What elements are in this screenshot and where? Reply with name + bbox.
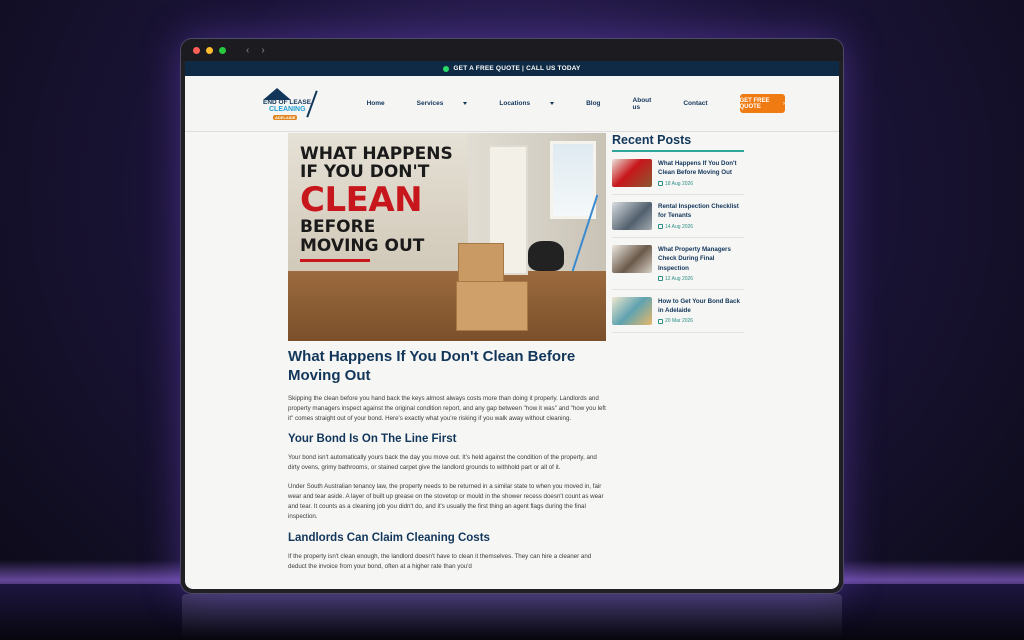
list-item[interactable]: What Property Managers Check During Fina…	[612, 238, 744, 290]
post-thumbnail[interactable]	[612, 159, 652, 187]
site-header: END OF LEASE CLEANING ADELAIDE Home Serv…	[185, 76, 839, 132]
site-logo[interactable]: END OF LEASE CLEANING ADELAIDE	[261, 84, 318, 124]
post-title[interactable]: Rental Inspection Checklist for Tenants	[658, 202, 744, 221]
announcement-text: GET A FREE QUOTE | CALL US TODAY	[453, 65, 581, 72]
maximize-window-button[interactable]	[219, 46, 226, 54]
section-heading: Your Bond Is On The Line First	[288, 433, 457, 446]
post-date: 12 Aug 2026	[665, 275, 694, 282]
article-intro: Skipping the clean before you hand back …	[288, 394, 606, 422]
section-heading: Landlords Can Claim Cleaning Costs	[288, 531, 490, 544]
logo-line2: CLEANING	[269, 105, 306, 113]
calendar-icon	[658, 224, 663, 230]
article-paragraph: Your bond isn't automatically yours back…	[288, 454, 597, 472]
article-paragraph: If the property isn't clean enough, the …	[288, 552, 592, 570]
chevron-down-icon	[550, 102, 555, 105]
trash-bag-icon	[528, 241, 564, 271]
post-title[interactable]: What Happens If You Don't Clean Before M…	[658, 159, 744, 178]
back-arrow-icon[interactable]: ‹	[246, 45, 249, 56]
nav-item-locations[interactable]: Locations	[499, 97, 570, 111]
forward-arrow-icon[interactable]: ›	[261, 45, 264, 56]
screen-reflection	[182, 594, 842, 640]
nav-item-about[interactable]: About us	[633, 97, 668, 111]
post-thumbnail[interactable]	[612, 245, 652, 273]
main-nav: Home Services Locations Blog About us Co…	[367, 97, 740, 111]
nav-item-home[interactable]: Home	[367, 97, 401, 111]
post-date: 20 Mar 2026	[665, 318, 694, 325]
post-title[interactable]: How to Get Your Bond Back in Adelaide	[658, 297, 744, 316]
post-date: 14 Aug 2026	[665, 223, 694, 230]
browser-titlebar: ‹ ›	[181, 39, 843, 61]
logo-line3: ADELAIDE	[273, 114, 298, 120]
list-item[interactable]: Rental Inspection Checklist for Tenants …	[612, 195, 744, 238]
logo-line1: END OF LEASE	[263, 98, 312, 106]
box-icon	[456, 281, 528, 331]
page-title: What Happens If You Don't Clean Before M…	[288, 348, 576, 384]
calendar-icon	[658, 276, 663, 282]
minimize-window-button[interactable]	[206, 46, 213, 54]
browser-window: ‹ › GET A FREE QUOTE | CALL US TODAY END…	[180, 38, 844, 594]
headline-underline	[300, 259, 370, 263]
calendar-icon	[658, 181, 663, 187]
article: WHAT HAPPENS IF YOU DON'T CLEAN BEFORE M…	[288, 133, 606, 572]
hero-headline: WHAT HAPPENS IF YOU DON'T CLEAN BEFORE M…	[300, 145, 453, 263]
post-title[interactable]: What Property Managers Check During Fina…	[658, 245, 744, 273]
nav-item-blog[interactable]: Blog	[586, 97, 616, 111]
hero-image: WHAT HAPPENS IF YOU DON'T CLEAN BEFORE M…	[288, 133, 606, 341]
chevron-down-icon	[463, 102, 468, 105]
recent-posts-sidebar: Recent Posts What Happens If You Don't C…	[612, 133, 744, 333]
chevron-right-icon: ›	[783, 100, 785, 107]
close-window-button[interactable]	[193, 46, 200, 54]
browser-nav-arrows: ‹ ›	[246, 45, 265, 56]
nav-item-services[interactable]: Services	[417, 97, 484, 111]
box-icon	[458, 243, 504, 283]
calendar-icon	[658, 318, 663, 324]
get-free-quote-button[interactable]: GET FREE QUOTE ›	[739, 94, 785, 113]
list-item[interactable]: How to Get Your Bond Back in Adelaide 20…	[612, 290, 744, 333]
post-thumbnail[interactable]	[612, 296, 652, 325]
post-date: 18 Aug 2026	[665, 180, 694, 187]
sidebar-heading: Recent Posts	[612, 133, 744, 152]
announcement-bar[interactable]: GET A FREE QUOTE | CALL US TODAY	[185, 61, 839, 76]
nav-item-contact[interactable]: Contact	[683, 97, 723, 111]
post-thumbnail[interactable]	[612, 202, 652, 230]
page-viewport: GET A FREE QUOTE | CALL US TODAY END OF …	[185, 61, 839, 589]
article-paragraph: Under South Australian tenancy law, the …	[288, 482, 604, 521]
status-dot-icon	[443, 65, 450, 72]
list-item[interactable]: What Happens If You Don't Clean Before M…	[612, 152, 744, 195]
